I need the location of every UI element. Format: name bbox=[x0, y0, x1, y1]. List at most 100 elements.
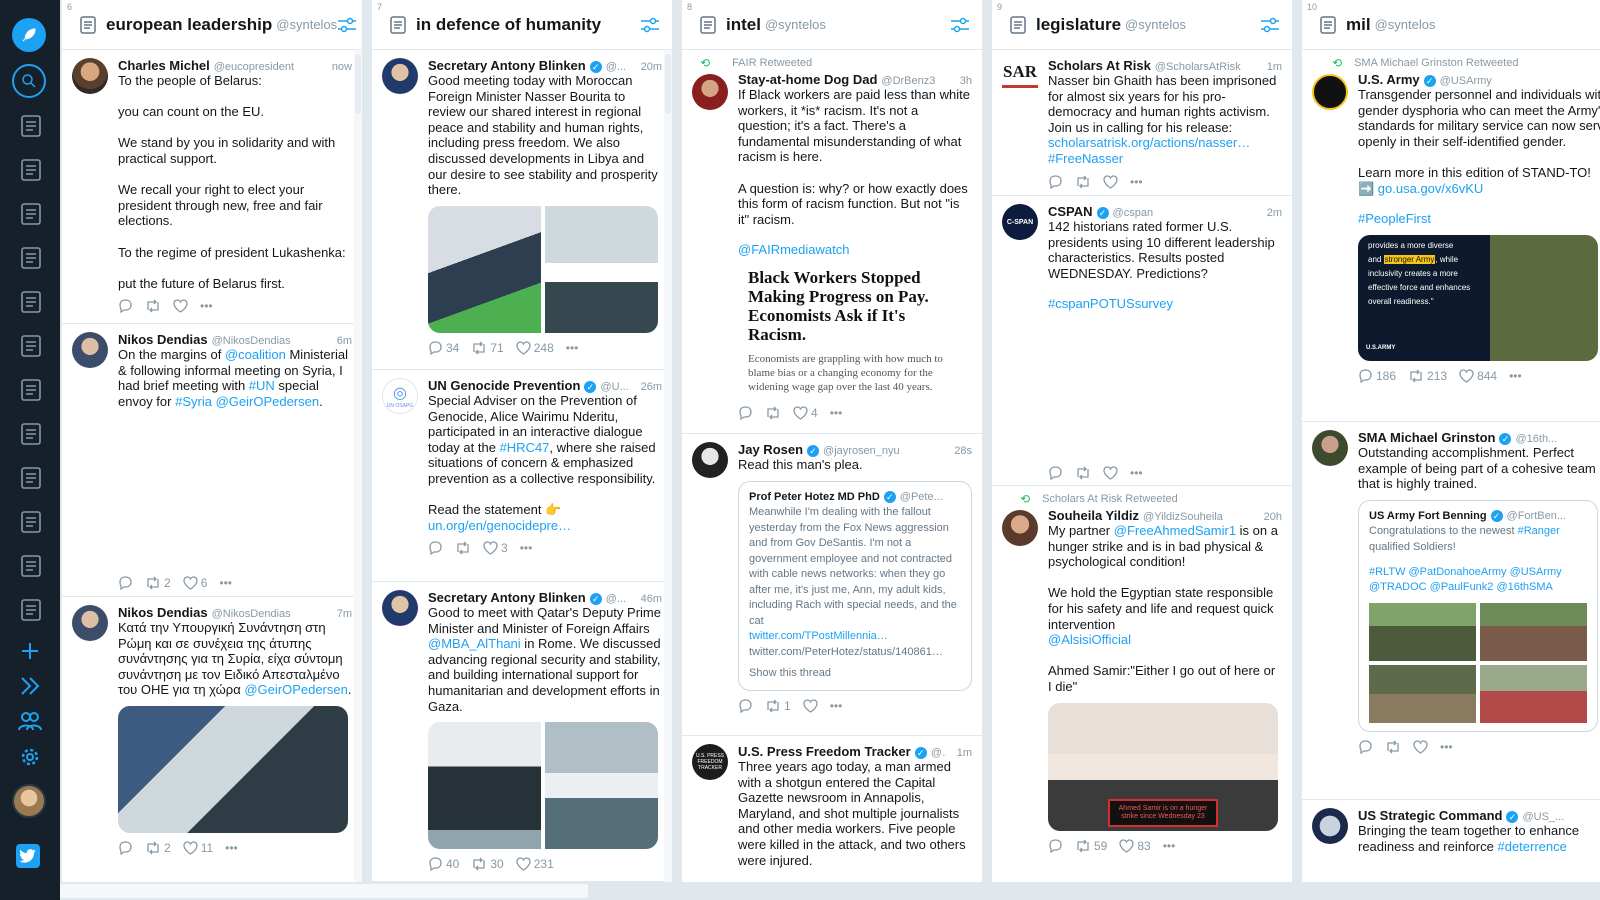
hashtag-link[interactable]: #HRC47 bbox=[500, 440, 550, 455]
avatar[interactable]: SAR bbox=[1002, 58, 1038, 88]
reply-icon[interactable] bbox=[738, 698, 753, 713]
column-scrollbar[interactable] bbox=[664, 50, 672, 882]
mention-link[interactable]: @AlsisiOfficial bbox=[1048, 632, 1131, 647]
timestamp[interactable]: 20m bbox=[635, 61, 662, 73]
tweet-photo[interactable]: Ahmed Samir is on a hunger strike since … bbox=[1048, 702, 1278, 831]
like-button[interactable]: 844 bbox=[1459, 369, 1497, 383]
author-name[interactable]: Secretary Antony Blinken bbox=[428, 590, 586, 605]
hashtag-link[interactable]: #deterrence bbox=[1497, 839, 1566, 854]
sidebar-column-1-icon[interactable] bbox=[19, 114, 43, 138]
author-name[interactable]: Jay Rosen bbox=[738, 442, 803, 457]
hashtag-link[interactable]: #Syria bbox=[175, 394, 212, 409]
mention-link[interactable]: @FAIRmediawatch bbox=[738, 242, 849, 257]
sidebar-column-10-icon[interactable] bbox=[19, 510, 43, 534]
avatar[interactable] bbox=[72, 332, 108, 368]
avatar[interactable]: U.S. PRESS FREEDOM TRACKER bbox=[692, 744, 728, 780]
more-icon[interactable]: ••• bbox=[200, 299, 213, 313]
reply-icon[interactable] bbox=[1358, 740, 1373, 755]
sidebar-column-5-icon[interactable] bbox=[19, 290, 43, 314]
avatar[interactable] bbox=[72, 58, 108, 94]
tweet[interactable]: Secretary Antony Blinken ✓ @... 46m Good to… bbox=[372, 582, 672, 882]
more-icon[interactable]: ••• bbox=[566, 341, 579, 355]
like-button[interactable]: 6 bbox=[183, 576, 207, 590]
tweet[interactable]: C-SPAN CSPAN ✓ @cspan 2m 142 historians rat… bbox=[992, 196, 1292, 486]
sidebar-column-7-icon[interactable] bbox=[19, 378, 43, 402]
avatar[interactable] bbox=[692, 442, 728, 478]
mention-link[interactable]: @MBA_AlThani bbox=[428, 636, 521, 651]
retweet-icon[interactable] bbox=[765, 406, 781, 420]
quoted-author-name[interactable]: US Army Fort Benning bbox=[1369, 509, 1487, 525]
author-name[interactable]: US Strategic Command bbox=[1358, 808, 1502, 823]
author-handle[interactable]: @NikosDendias bbox=[212, 608, 291, 620]
like-icon[interactable] bbox=[173, 299, 188, 314]
hashtag-link[interactable]: #Ranger bbox=[1518, 525, 1560, 537]
avatar[interactable]: C-SPAN bbox=[1002, 204, 1038, 240]
quoted-tags[interactable]: #RLTW @PatDonahoeArmy @USArmy @TRADOC @P… bbox=[1369, 565, 1587, 595]
column-settings-icon[interactable] bbox=[1260, 16, 1280, 34]
sidebar-column-2-icon[interactable] bbox=[19, 158, 43, 182]
photo[interactable] bbox=[545, 722, 658, 850]
author-handle[interactable]: @cspan bbox=[1113, 207, 1154, 219]
avatar[interactable] bbox=[382, 590, 418, 626]
mention-link[interactable]: @GeirOPedersen bbox=[244, 682, 348, 697]
accounts-icon[interactable] bbox=[17, 708, 43, 734]
sidebar-column-8-icon[interactable] bbox=[19, 422, 43, 446]
timestamp[interactable]: 28s bbox=[948, 445, 972, 457]
retweet-button[interactable]: 213 bbox=[1408, 369, 1447, 383]
compose-feather-icon[interactable] bbox=[12, 18, 46, 52]
column-settings-icon[interactable] bbox=[640, 16, 660, 34]
tweet[interactable]: US Strategic Command ✓ @US_... Bringing th… bbox=[1302, 800, 1600, 882]
url-link[interactable]: twitter.com/TPostMillennia… bbox=[749, 630, 888, 642]
tweet-photos[interactable] bbox=[428, 722, 658, 850]
retweet-button[interactable]: 30 bbox=[471, 857, 504, 871]
reply-icon[interactable] bbox=[428, 541, 443, 556]
twitter-bird-icon[interactable] bbox=[16, 844, 40, 868]
url-link[interactable]: ➡️ go.usa.gov/x6vKU bbox=[1358, 181, 1483, 196]
author-name[interactable]: Charles Michel bbox=[118, 58, 210, 73]
column-header[interactable]: mil @syntelos bbox=[1302, 0, 1600, 50]
quoted-tweet[interactable]: US Army Fort Benning ✓ @FortBen... Congrat… bbox=[1358, 499, 1598, 733]
tweet-photo[interactable]: provides a more diverse and stronger Arm… bbox=[1358, 234, 1598, 361]
reply-icon[interactable] bbox=[1048, 174, 1063, 189]
tweet[interactable]: Jay Rosen ✓ @jayrosen_nyu 28s Read this man… bbox=[682, 434, 982, 736]
column-scrollbar[interactable] bbox=[354, 50, 362, 882]
author-name[interactable]: SMA Michael Grinston bbox=[1358, 430, 1495, 445]
reply-button[interactable]: 186 bbox=[1358, 369, 1396, 383]
tweet[interactable]: Nikos Dendias @NikosDendias 6m On the marg… bbox=[62, 324, 362, 597]
author-handle[interactable]: @eucopresident bbox=[214, 61, 294, 73]
link-card[interactable]: Black Workers Stopped Making Progress on… bbox=[738, 264, 972, 398]
mention-link[interactable]: @FreeAhmedSamir1 bbox=[1114, 523, 1236, 538]
author-handle[interactable]: @U... bbox=[600, 381, 628, 393]
more-icon[interactable]: ••• bbox=[830, 699, 843, 713]
avatar[interactable] bbox=[692, 74, 728, 110]
photo[interactable] bbox=[545, 205, 658, 333]
account-avatar[interactable] bbox=[12, 784, 46, 818]
author-handle[interactable]: @jayrosen_nyu bbox=[823, 445, 900, 457]
timestamp[interactable]: 20h bbox=[1258, 511, 1282, 523]
timestamp[interactable]: 26m bbox=[635, 381, 662, 393]
more-icon[interactable]: ••• bbox=[1163, 839, 1176, 853]
like-button[interactable]: 231 bbox=[516, 857, 554, 871]
more-icon[interactable]: ••• bbox=[225, 841, 238, 855]
timestamp[interactable]: 46m bbox=[635, 593, 662, 605]
sidebar-column-11-icon[interactable] bbox=[19, 554, 43, 578]
more-icon[interactable]: ••• bbox=[520, 541, 533, 555]
sidebar-column-6-icon[interactable] bbox=[19, 334, 43, 358]
photo[interactable] bbox=[428, 722, 541, 850]
like-button[interactable]: 4 bbox=[793, 406, 818, 420]
tweet[interactable]: Secretary Antony Blinken ✓ @... 20m Good me… bbox=[372, 50, 672, 370]
photo[interactable] bbox=[1480, 665, 1587, 724]
quoted-author-handle[interactable]: @Pete... bbox=[900, 490, 943, 506]
like-icon[interactable] bbox=[1103, 174, 1118, 189]
quoted-photos[interactable] bbox=[1369, 603, 1587, 724]
author-handle[interactable]: @... bbox=[606, 593, 626, 605]
more-icon[interactable]: ••• bbox=[1130, 175, 1143, 189]
reply-icon[interactable] bbox=[1048, 466, 1063, 480]
tweet[interactable]: ⟲ SMA Michael Grinston Retweeted U.S. Arm… bbox=[1302, 50, 1600, 422]
reply-icon[interactable] bbox=[118, 299, 133, 314]
author-handle[interactable]: @ScholarsAtRisk bbox=[1155, 61, 1241, 73]
photo[interactable] bbox=[428, 205, 541, 333]
timestamp[interactable]: 1m bbox=[1261, 61, 1282, 73]
author-handle[interactable]: @US_... bbox=[1522, 811, 1564, 823]
column-header[interactable]: in defence of humanity bbox=[372, 0, 672, 50]
